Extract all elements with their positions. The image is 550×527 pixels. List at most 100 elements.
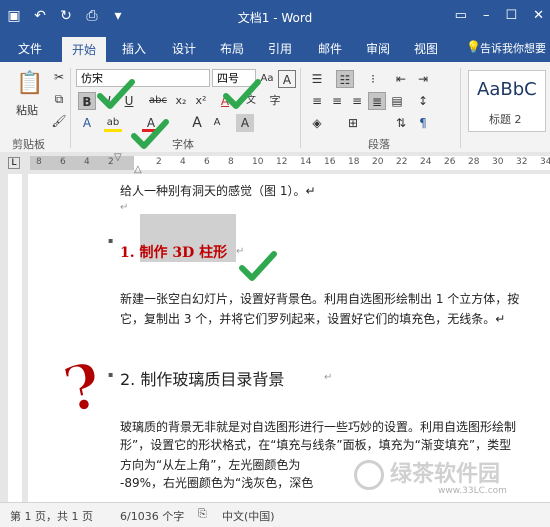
paragraph-mark: ↵ (324, 372, 333, 383)
tab-selector-icon[interactable]: L (8, 157, 20, 169)
ruler-tick-label: 26 (444, 157, 456, 167)
ruler-tick-label: 24 (420, 157, 432, 167)
ruler-tick-label: 20 (372, 157, 384, 167)
maximize-icon[interactable]: ☐ (505, 8, 517, 23)
separator (460, 68, 461, 148)
vertical-ruler-track (8, 174, 22, 502)
ribbon-tabs: 文件 开始 插入 设计 布局 引用 邮件 审阅 视图 💡 告诉我你想要 (0, 34, 550, 65)
ruler-tick-label: 18 (348, 157, 360, 167)
align-right-icon[interactable]: ≡ (348, 92, 366, 110)
clipboard-icon[interactable]: 📋 (16, 70, 43, 98)
style-name: 标题 2 (489, 113, 522, 126)
ruler-tick-label: 10 (252, 157, 264, 167)
doc-line: 形”，设置它的形状格式，在“填充与线条”面板，填充为“渐变填充”，类型 (120, 438, 512, 452)
justify-icon[interactable]: ≣ (368, 92, 386, 110)
cut-icon[interactable]: ✂ (50, 68, 68, 86)
borders-icon[interactable]: ⊞ (344, 114, 362, 132)
language[interactable]: 中文(中国) (222, 508, 275, 524)
doc-line: 玻璃质的背景无非就是对自选图形进行一些巧妙的设置。利用自选图形绘制 (120, 420, 517, 434)
ruler-tick-label: 6 (60, 157, 66, 167)
char-border-icon[interactable]: A (278, 70, 296, 88)
lightbulb-icon: 💡 (466, 40, 481, 54)
subscript-button[interactable]: x₂ (172, 92, 190, 110)
text-effects-icon[interactable]: A (78, 114, 96, 132)
ribbon: 📋 粘贴 ✂ ⧉ 🖌 剪贴板 仿宋 四号 Aa A B I U abc x₂ x… (0, 62, 550, 153)
align-center-icon[interactable]: ≡ (328, 92, 346, 110)
style-sample: AaBbC (477, 79, 537, 100)
separator (300, 68, 301, 148)
ruler-track: 864224681012141618202224262830323436 (30, 156, 550, 170)
separator (70, 68, 71, 148)
check-mark-icon (97, 79, 135, 109)
ruler-tick-label: 2 (108, 157, 114, 167)
horizontal-ruler[interactable]: L 864224681012141618202224262830323436 ▽… (0, 152, 550, 175)
line-spacing-icon[interactable]: ↕ (414, 92, 432, 110)
page-count[interactable]: 第 1 页，共 1 页 (10, 508, 93, 524)
clipboard-label: 剪贴板 (12, 138, 45, 151)
minimize-icon[interactable]: – (483, 8, 490, 23)
paragraph-group-label: 段落 (368, 138, 390, 151)
paragraph-mark: ↵ (120, 202, 129, 213)
tab-references[interactable]: 引用 (268, 40, 292, 57)
tab-file[interactable]: 文件 (18, 40, 42, 57)
tab-home[interactable]: 开始 (62, 37, 107, 65)
word-count[interactable]: 6/1036 个字 (120, 508, 184, 524)
ruler-tick-label: 8 (228, 157, 234, 167)
doc-line: -89%，右光圈颜色为“浅灰色，深色 (120, 476, 314, 490)
ruler-tick-label: 12 (276, 157, 288, 167)
ruler-tick-label: 4 (180, 157, 186, 167)
close-icon[interactable]: ✕ (533, 8, 544, 23)
heading-1: 1. 制作 3D 柱形 (120, 245, 228, 261)
style-gallery-item[interactable]: AaBbC 标题 2 (468, 70, 546, 132)
superscript-button[interactable]: x² (192, 92, 210, 110)
bold-button[interactable]: B (78, 92, 96, 110)
decrease-indent-icon[interactable]: ⇤ (392, 70, 410, 88)
document-page[interactable]: 给人一种别有洞天的感觉（图 1）。↵ ↵ ▪ 1. 制作 3D 柱形 ↵ 新建一… (28, 174, 550, 502)
title-bar: ▣ ↶ ↻ ⎙ ▾ 文档1 - Word ▭ – ☐ ✕ (0, 0, 550, 34)
char-shading-icon[interactable]: A (236, 114, 254, 132)
tab-design[interactable]: 设计 (172, 40, 196, 57)
check-mark-icon (239, 251, 277, 281)
highlight-icon[interactable]: ab (104, 114, 122, 132)
enclose-char-icon[interactable]: 字 (266, 92, 284, 110)
watermark-text: 绿茶软件园 (390, 462, 501, 487)
tab-view[interactable]: 视图 (414, 40, 438, 57)
svg-text:?: ? (58, 350, 108, 420)
ruler-tick-label: 30 (492, 157, 504, 167)
tell-me-box[interactable]: 告诉我你想要 (480, 40, 546, 56)
shading-icon[interactable]: ◈ (308, 114, 326, 132)
increase-indent-icon[interactable]: ⇥ (414, 70, 432, 88)
paste-button[interactable]: 粘贴 (16, 102, 38, 118)
ruler-tick-label: 8 (36, 157, 42, 167)
strikethrough-button[interactable]: abc (146, 92, 170, 110)
align-left-icon[interactable]: ≡ (308, 92, 326, 110)
distributed-icon[interactable]: ▤ (388, 92, 406, 110)
sort-icon[interactable]: ⇅ (392, 114, 410, 132)
window-controls: ▭ – ☐ ✕ (455, 8, 544, 23)
tab-mailings[interactable]: 邮件 (318, 40, 342, 57)
multilevel-list-icon[interactable]: ⁝ (364, 70, 382, 88)
vertical-ruler (0, 174, 28, 502)
heading-2: 2. 制作玻璃质目录背景 (120, 370, 285, 389)
tab-review[interactable]: 审阅 (366, 40, 390, 57)
first-indent-marker[interactable]: ▽ (114, 152, 122, 163)
numbering-icon[interactable]: ☷ (336, 70, 354, 88)
ruler-tick-label: 22 (396, 157, 408, 167)
copy-icon[interactable]: ⧉ (50, 90, 68, 108)
doc-line: 新建一张空白幻灯片，设置好背景色。利用自选图形绘制出 1 个立方体，按 (120, 292, 520, 306)
doc-line: 给人一种别有洞天的感觉（图 1）。↵ (120, 184, 316, 198)
watermark-logo-icon (354, 460, 384, 490)
doc-line: 它，复制出 3 个，并将它们罗列起来，设置好它们的填充色，无线条。↵ (120, 312, 506, 326)
ruler-tick-label: 32 (516, 157, 528, 167)
proofing-icon[interactable]: ⎘ (198, 507, 207, 521)
grow-font-icon[interactable]: A (188, 114, 206, 132)
ruler-tick-label: 6 (204, 157, 210, 167)
bullets-icon[interactable]: ☰ (308, 70, 326, 88)
format-painter-icon[interactable]: 🖌 (50, 112, 68, 130)
shrink-font-icon[interactable]: A (208, 114, 226, 132)
ribbon-display-icon[interactable]: ▭ (455, 8, 467, 23)
tab-layout[interactable]: 布局 (220, 40, 244, 57)
tab-insert[interactable]: 插入 (122, 40, 146, 57)
heading-bullet: ▪ (108, 236, 114, 245)
show-marks-icon[interactable]: ¶ (414, 114, 432, 132)
